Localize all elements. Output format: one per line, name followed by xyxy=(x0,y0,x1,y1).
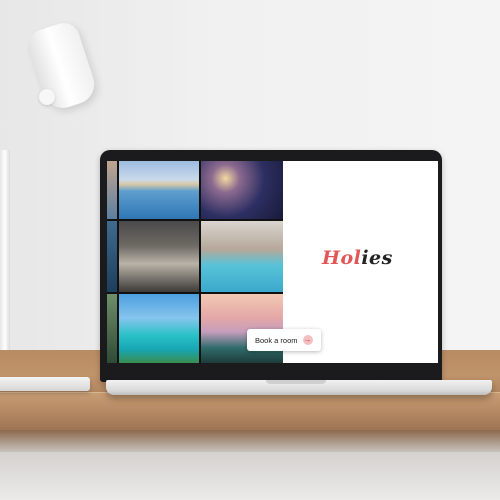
gallery-tile-beach-bungalows[interactable] xyxy=(119,294,199,363)
gallery-tile-pool-resort[interactable] xyxy=(119,161,199,219)
gallery-strip xyxy=(107,221,117,292)
arrow-right-icon: → xyxy=(302,335,313,345)
gallery-tile-villa-pool[interactable] xyxy=(201,221,283,292)
gallery-tile-restaurant-night[interactable] xyxy=(201,161,283,219)
gallery-strip xyxy=(107,294,117,363)
lamp-pole xyxy=(0,150,10,382)
logo-accent-text: Hol xyxy=(322,247,362,269)
book-room-button[interactable]: Book a room → xyxy=(247,329,321,351)
gallery-tile-bedroom[interactable] xyxy=(119,221,199,292)
laptop-notch xyxy=(266,380,326,384)
brand-logo: Holies xyxy=(322,247,393,269)
laptop-screen: Holies Book a room → xyxy=(107,161,438,363)
floor xyxy=(0,452,500,500)
desk-shadow xyxy=(0,430,500,452)
laptop-base xyxy=(106,380,492,395)
lamp-joint xyxy=(39,89,55,105)
logo-rest-text: ies xyxy=(361,247,393,269)
desk-edge xyxy=(0,392,500,431)
book-room-label: Book a room xyxy=(255,335,298,345)
gallery-strip xyxy=(107,161,117,219)
lamp-base xyxy=(0,377,90,391)
